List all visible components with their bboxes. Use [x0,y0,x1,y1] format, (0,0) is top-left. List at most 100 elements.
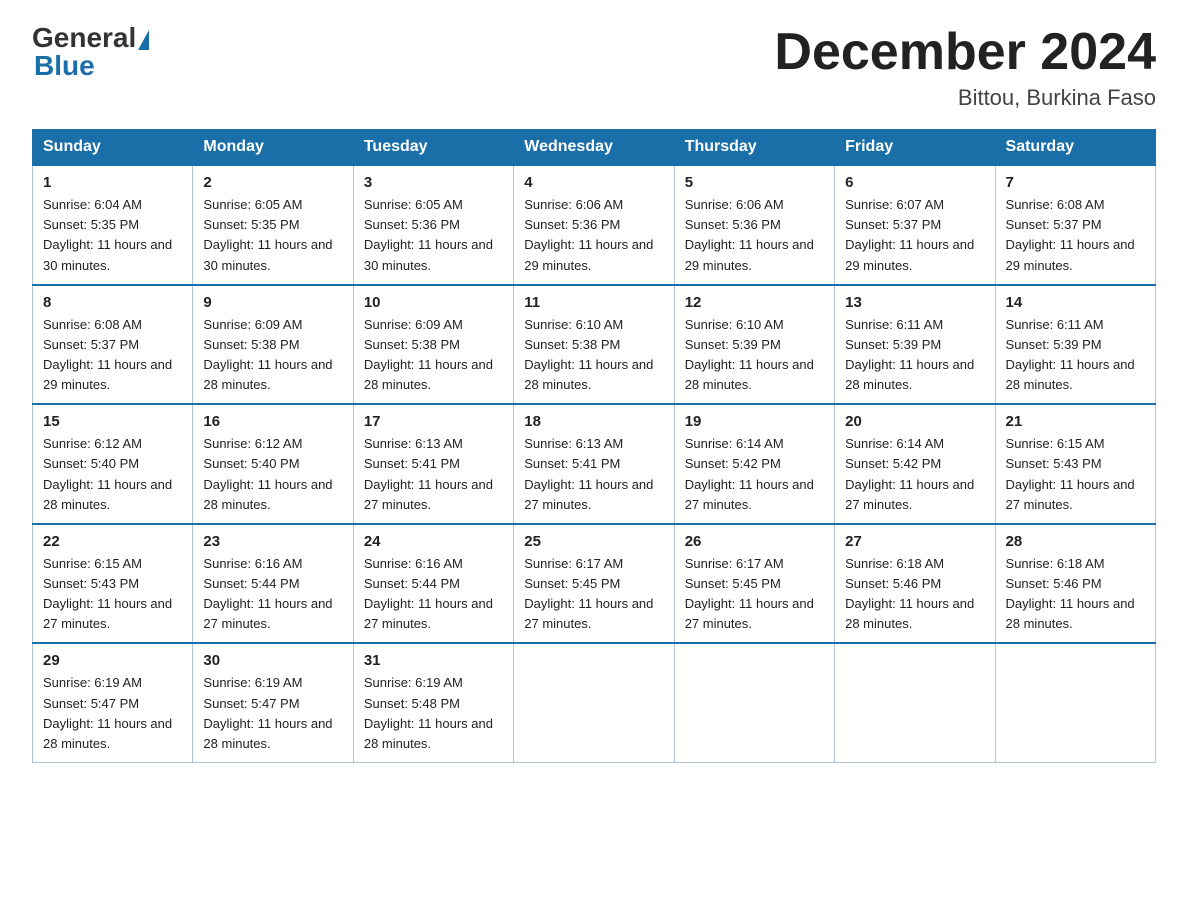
day-info: Sunrise: 6:11 AMSunset: 5:39 PMDaylight:… [845,315,984,396]
day-info: Sunrise: 6:14 AMSunset: 5:42 PMDaylight:… [685,434,824,515]
logo-blue-text: Blue [34,50,95,81]
day-info: Sunrise: 6:17 AMSunset: 5:45 PMDaylight:… [685,554,824,635]
day-cell-1: 1 Sunrise: 6:04 AMSunset: 5:35 PMDayligh… [33,165,193,285]
day-info: Sunrise: 6:08 AMSunset: 5:37 PMDaylight:… [43,315,182,396]
day-number: 15 [43,413,182,430]
day-cell-9: 9 Sunrise: 6:09 AMSunset: 5:38 PMDayligh… [193,285,353,405]
day-info: Sunrise: 6:14 AMSunset: 5:42 PMDaylight:… [845,434,984,515]
day-number: 20 [845,413,984,430]
day-info: Sunrise: 6:04 AMSunset: 5:35 PMDaylight:… [43,195,182,276]
day-info: Sunrise: 6:16 AMSunset: 5:44 PMDaylight:… [364,554,503,635]
weekday-header-friday: Friday [835,130,995,166]
day-info: Sunrise: 6:10 AMSunset: 5:38 PMDaylight:… [524,315,663,396]
day-cell-2: 2 Sunrise: 6:05 AMSunset: 5:35 PMDayligh… [193,165,353,285]
day-number: 24 [364,533,503,550]
day-cell-15: 15 Sunrise: 6:12 AMSunset: 5:40 PMDaylig… [33,404,193,524]
day-number: 7 [1006,174,1145,191]
day-number: 17 [364,413,503,430]
empty-cell [995,643,1155,762]
day-cell-13: 13 Sunrise: 6:11 AMSunset: 5:39 PMDaylig… [835,285,995,405]
logo: General Blue [32,24,152,82]
day-info: Sunrise: 6:07 AMSunset: 5:37 PMDaylight:… [845,195,984,276]
day-number: 3 [364,174,503,191]
day-cell-8: 8 Sunrise: 6:08 AMSunset: 5:37 PMDayligh… [33,285,193,405]
empty-cell [835,643,995,762]
day-info: Sunrise: 6:12 AMSunset: 5:40 PMDaylight:… [203,434,342,515]
weekday-header-tuesday: Tuesday [353,130,513,166]
day-number: 21 [1006,413,1145,430]
day-number: 29 [43,652,182,669]
logo-general-text: General [32,24,136,52]
day-info: Sunrise: 6:15 AMSunset: 5:43 PMDaylight:… [1006,434,1145,515]
day-info: Sunrise: 6:16 AMSunset: 5:44 PMDaylight:… [203,554,342,635]
day-number: 16 [203,413,342,430]
week-row-3: 15 Sunrise: 6:12 AMSunset: 5:40 PMDaylig… [33,404,1156,524]
location: Bittou, Burkina Faso [774,85,1156,111]
day-info: Sunrise: 6:09 AMSunset: 5:38 PMDaylight:… [203,315,342,396]
day-number: 22 [43,533,182,550]
logo-triangle-icon [138,30,149,50]
day-number: 13 [845,294,984,311]
day-info: Sunrise: 6:19 AMSunset: 5:47 PMDaylight:… [203,673,342,754]
day-info: Sunrise: 6:12 AMSunset: 5:40 PMDaylight:… [43,434,182,515]
calendar-table: SundayMondayTuesdayWednesdayThursdayFrid… [32,129,1156,763]
day-cell-12: 12 Sunrise: 6:10 AMSunset: 5:39 PMDaylig… [674,285,834,405]
day-cell-28: 28 Sunrise: 6:18 AMSunset: 5:46 PMDaylig… [995,524,1155,644]
day-number: 12 [685,294,824,311]
day-info: Sunrise: 6:10 AMSunset: 5:39 PMDaylight:… [685,315,824,396]
day-cell-29: 29 Sunrise: 6:19 AMSunset: 5:47 PMDaylig… [33,643,193,762]
day-number: 19 [685,413,824,430]
day-number: 28 [1006,533,1145,550]
day-number: 11 [524,294,663,311]
week-row-1: 1 Sunrise: 6:04 AMSunset: 5:35 PMDayligh… [33,165,1156,285]
week-row-2: 8 Sunrise: 6:08 AMSunset: 5:37 PMDayligh… [33,285,1156,405]
day-info: Sunrise: 6:13 AMSunset: 5:41 PMDaylight:… [364,434,503,515]
day-info: Sunrise: 6:19 AMSunset: 5:47 PMDaylight:… [43,673,182,754]
day-number: 10 [364,294,503,311]
day-cell-26: 26 Sunrise: 6:17 AMSunset: 5:45 PMDaylig… [674,524,834,644]
page-header: General Blue December 2024 Bittou, Burki… [32,24,1156,111]
day-info: Sunrise: 6:13 AMSunset: 5:41 PMDaylight:… [524,434,663,515]
day-info: Sunrise: 6:19 AMSunset: 5:48 PMDaylight:… [364,673,503,754]
day-cell-5: 5 Sunrise: 6:06 AMSunset: 5:36 PMDayligh… [674,165,834,285]
day-cell-6: 6 Sunrise: 6:07 AMSunset: 5:37 PMDayligh… [835,165,995,285]
day-info: Sunrise: 6:11 AMSunset: 5:39 PMDaylight:… [1006,315,1145,396]
day-cell-24: 24 Sunrise: 6:16 AMSunset: 5:44 PMDaylig… [353,524,513,644]
day-number: 6 [845,174,984,191]
weekday-header-monday: Monday [193,130,353,166]
week-row-5: 29 Sunrise: 6:19 AMSunset: 5:47 PMDaylig… [33,643,1156,762]
day-number: 27 [845,533,984,550]
day-cell-31: 31 Sunrise: 6:19 AMSunset: 5:48 PMDaylig… [353,643,513,762]
day-cell-14: 14 Sunrise: 6:11 AMSunset: 5:39 PMDaylig… [995,285,1155,405]
day-info: Sunrise: 6:09 AMSunset: 5:38 PMDaylight:… [364,315,503,396]
day-number: 5 [685,174,824,191]
day-number: 14 [1006,294,1145,311]
weekday-header-saturday: Saturday [995,130,1155,166]
day-info: Sunrise: 6:08 AMSunset: 5:37 PMDaylight:… [1006,195,1145,276]
day-number: 31 [364,652,503,669]
day-cell-25: 25 Sunrise: 6:17 AMSunset: 5:45 PMDaylig… [514,524,674,644]
day-cell-10: 10 Sunrise: 6:09 AMSunset: 5:38 PMDaylig… [353,285,513,405]
day-cell-27: 27 Sunrise: 6:18 AMSunset: 5:46 PMDaylig… [835,524,995,644]
day-cell-16: 16 Sunrise: 6:12 AMSunset: 5:40 PMDaylig… [193,404,353,524]
day-cell-30: 30 Sunrise: 6:19 AMSunset: 5:47 PMDaylig… [193,643,353,762]
week-row-4: 22 Sunrise: 6:15 AMSunset: 5:43 PMDaylig… [33,524,1156,644]
title-block: December 2024 Bittou, Burkina Faso [774,24,1156,111]
day-info: Sunrise: 6:18 AMSunset: 5:46 PMDaylight:… [845,554,984,635]
day-info: Sunrise: 6:05 AMSunset: 5:36 PMDaylight:… [364,195,503,276]
day-number: 30 [203,652,342,669]
day-cell-22: 22 Sunrise: 6:15 AMSunset: 5:43 PMDaylig… [33,524,193,644]
day-cell-23: 23 Sunrise: 6:16 AMSunset: 5:44 PMDaylig… [193,524,353,644]
day-cell-18: 18 Sunrise: 6:13 AMSunset: 5:41 PMDaylig… [514,404,674,524]
weekday-header-row: SundayMondayTuesdayWednesdayThursdayFrid… [33,130,1156,166]
day-number: 18 [524,413,663,430]
day-cell-17: 17 Sunrise: 6:13 AMSunset: 5:41 PMDaylig… [353,404,513,524]
day-info: Sunrise: 6:05 AMSunset: 5:35 PMDaylight:… [203,195,342,276]
day-info: Sunrise: 6:18 AMSunset: 5:46 PMDaylight:… [1006,554,1145,635]
day-cell-3: 3 Sunrise: 6:05 AMSunset: 5:36 PMDayligh… [353,165,513,285]
day-info: Sunrise: 6:06 AMSunset: 5:36 PMDaylight:… [685,195,824,276]
day-number: 4 [524,174,663,191]
day-cell-21: 21 Sunrise: 6:15 AMSunset: 5:43 PMDaylig… [995,404,1155,524]
day-info: Sunrise: 6:06 AMSunset: 5:36 PMDaylight:… [524,195,663,276]
weekday-header-sunday: Sunday [33,130,193,166]
